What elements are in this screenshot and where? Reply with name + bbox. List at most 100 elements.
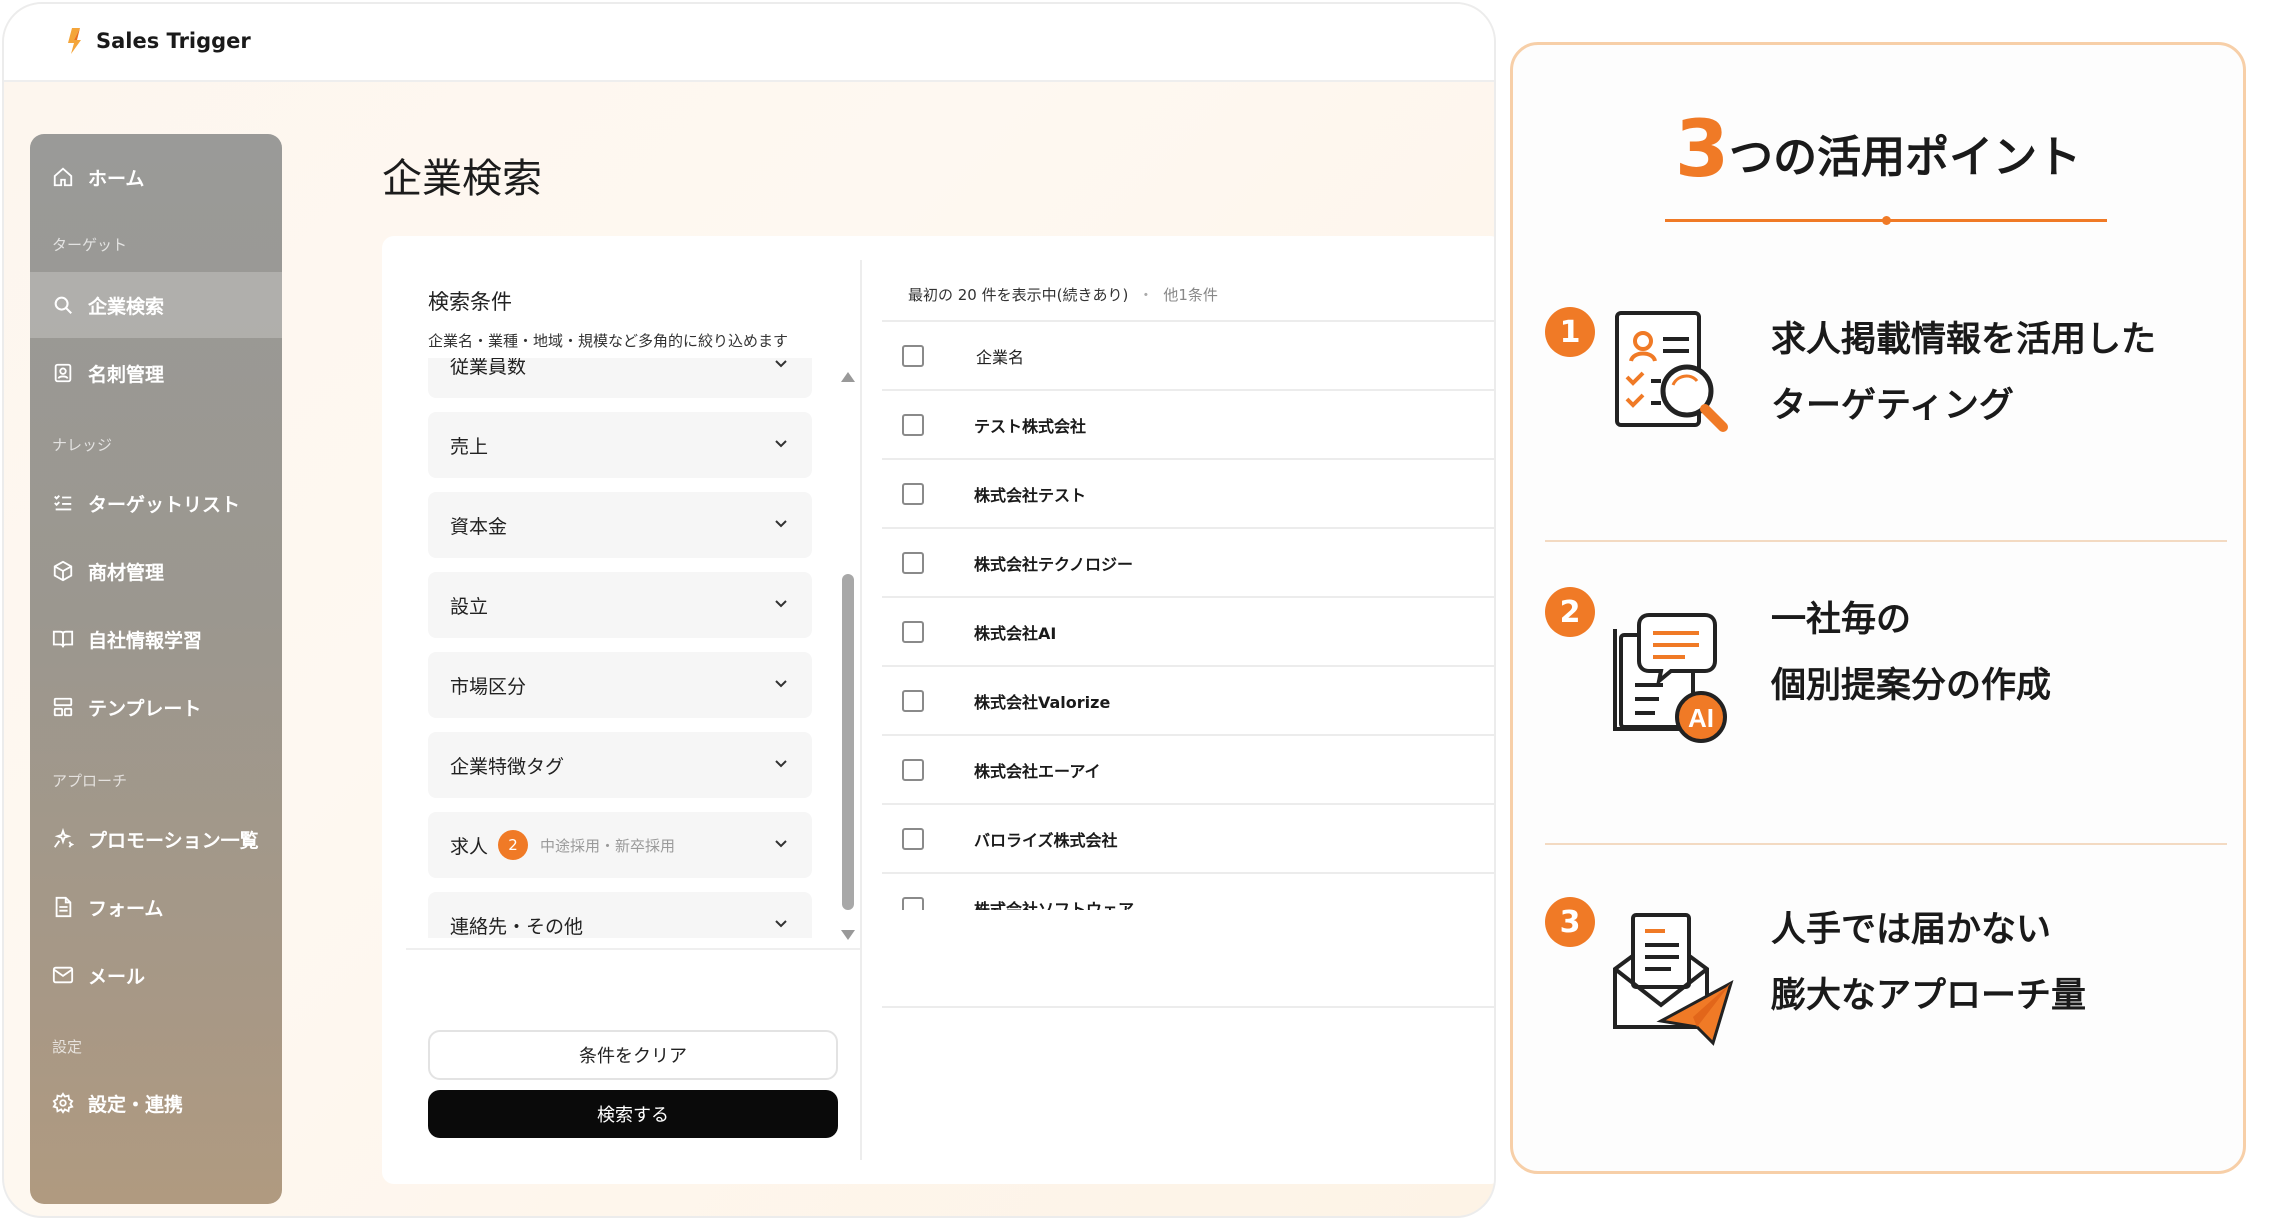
document-icon bbox=[55, 896, 72, 918]
search-icon bbox=[54, 296, 72, 314]
box-icon bbox=[53, 560, 73, 582]
column-header-company-name: 企業名 bbox=[976, 347, 1025, 367]
chevron-down-icon bbox=[775, 600, 787, 608]
feature-point-2: 2 AI 一社毎の 個別提案分の作成 bbox=[1513, 587, 2243, 887]
filter-label: 求人 bbox=[450, 835, 489, 858]
sidebar-item-label: 商材管理 bbox=[88, 561, 165, 584]
table-row[interactable]: 株式会社Valorize bbox=[882, 665, 1494, 734]
sidebar-item-mail[interactable]: メール bbox=[30, 942, 282, 1008]
row-checkbox[interactable] bbox=[902, 551, 924, 574]
filter-label: 資本金 bbox=[450, 515, 508, 538]
select-all-checkbox[interactable] bbox=[902, 344, 924, 367]
other-conditions-text: 他1条件 bbox=[1163, 286, 1218, 304]
company-name: 株式会社Valorize bbox=[974, 692, 1111, 712]
sidebar: ホーム ターゲット 企業検索 名刺管理 ナレッジ ターゲットリスト 商材管理 自… bbox=[30, 134, 282, 1204]
table-row[interactable]: 株式会社AI bbox=[882, 596, 1494, 665]
row-checkbox[interactable] bbox=[902, 758, 924, 781]
point-text: 人手では届かない 膨大なアプローチ量 bbox=[1771, 897, 2086, 1029]
table-row[interactable]: 株式会社テクノロジー bbox=[882, 527, 1494, 596]
sidebar-item-label: 自社情報学習 bbox=[88, 629, 203, 652]
filter-label: 従業員数 bbox=[450, 358, 527, 378]
row-checkbox[interactable] bbox=[902, 689, 924, 712]
sidebar-item-promotions[interactable]: プロモーション一覧 bbox=[30, 806, 282, 872]
sidebar-item-target-list[interactable]: ターゲットリスト bbox=[30, 470, 282, 536]
conditions-column: 検索条件 企業名・業種・地域・規模など多角的に絞り込めます 従業員数 売上 資本… bbox=[382, 236, 860, 1184]
promo-title-number: 3 bbox=[1674, 105, 1730, 195]
point-text-line2: 膨大なアプローチ量 bbox=[1771, 976, 2087, 1016]
result-separator: ・ bbox=[1138, 286, 1154, 304]
row-checkbox[interactable] bbox=[902, 896, 924, 910]
app-window: Sales Trigger ホーム ターゲット 企業検索 名刺管理 ナレッジ タ… bbox=[2, 2, 1496, 1218]
logo-text: Sales Trigger bbox=[96, 29, 251, 53]
sidebar-item-label: プロモーション一覧 bbox=[88, 829, 259, 852]
title-underline-dot bbox=[1882, 216, 1891, 225]
feature-point-1: 1 求人掲載情報を活用した ターゲティング bbox=[1513, 303, 2243, 603]
table-row[interactable]: バロライズ株式会社 bbox=[882, 803, 1494, 872]
filter-label: 企業特徴タグ bbox=[450, 755, 565, 778]
row-checkbox[interactable] bbox=[902, 620, 924, 643]
sidebar-item-label: フォーム bbox=[88, 897, 164, 920]
divider bbox=[1545, 843, 2227, 845]
checklist-icon bbox=[54, 495, 72, 511]
scrollbar-thumb[interactable] bbox=[842, 574, 854, 910]
point-text-line2: ターゲティング bbox=[1771, 386, 2014, 426]
filter-feature-tags[interactable]: 企業特徴タグ bbox=[428, 732, 812, 798]
search-button[interactable]: 検索する bbox=[428, 1090, 838, 1138]
sidebar-item-company-search[interactable]: 企業検索 bbox=[30, 272, 282, 338]
filter-label: 市場区分 bbox=[450, 675, 527, 698]
result-summary: 最初の 20 件を表示中(続きあり) ・他1条件 bbox=[908, 284, 1218, 305]
scroll-up-arrow[interactable] bbox=[841, 372, 855, 382]
sidebar-section-target: ターゲット bbox=[52, 236, 128, 254]
filter-capital[interactable]: 資本金 bbox=[428, 492, 812, 558]
table-row[interactable]: 株式会社テスト bbox=[882, 458, 1494, 527]
sidebar-item-template[interactable]: テンプレート bbox=[30, 674, 282, 740]
sidebar-item-product-management[interactable]: 商材管理 bbox=[30, 538, 282, 604]
chevron-down-icon bbox=[775, 520, 787, 528]
filter-employees[interactable]: 従業員数 bbox=[428, 358, 812, 398]
row-checkbox[interactable] bbox=[902, 413, 924, 436]
conditions-description: 企業名・業種・地域・規模など多角的に絞り込めます bbox=[428, 332, 789, 350]
company-name: 株式会社エーアイ bbox=[974, 761, 1101, 781]
company-name: テスト株式会社 bbox=[974, 416, 1087, 436]
filter-sub-label: 中途採用・新卒採用 bbox=[540, 836, 676, 855]
filter-label: 設立 bbox=[450, 595, 489, 618]
table-row[interactable]: 株式会社ソフトウェア bbox=[882, 872, 1494, 911]
company-name: バロライズ株式会社 bbox=[974, 830, 1118, 850]
point-text-line2: 個別提案分の作成 bbox=[1771, 666, 2052, 706]
table-row[interactable]: 株式会社エーアイ bbox=[882, 734, 1494, 803]
table-header-row: 企業名 bbox=[882, 320, 1494, 389]
sidebar-item-business-cards[interactable]: 名刺管理 bbox=[30, 340, 282, 406]
sidebar-item-form[interactable]: フォーム bbox=[30, 874, 282, 940]
company-name: 株式会社テクノロジー bbox=[974, 554, 1134, 574]
sidebar-item-label: 企業検索 bbox=[88, 295, 165, 318]
sidebar-item-home[interactable]: ホーム bbox=[30, 144, 282, 210]
company-name: 株式会社ソフトウェア bbox=[974, 899, 1135, 911]
home-icon bbox=[53, 167, 73, 187]
logo[interactable]: Sales Trigger bbox=[66, 26, 251, 56]
filter-established[interactable]: 設立 bbox=[428, 572, 812, 638]
company-name: 株式会社AI bbox=[974, 623, 1057, 643]
mail-send-icon bbox=[1613, 913, 1734, 1046]
sidebar-item-company-info[interactable]: 自社情報学習 bbox=[30, 606, 282, 672]
chevron-down-icon bbox=[775, 360, 787, 368]
point-number-badge: 2 bbox=[1545, 587, 1595, 637]
row-checkbox[interactable] bbox=[902, 482, 924, 505]
row-checkbox[interactable] bbox=[902, 827, 924, 850]
filter-sales[interactable]: 売上 bbox=[428, 412, 812, 478]
filter-job-postings[interactable]: 求人 2 中途採用・新卒採用 bbox=[428, 812, 812, 878]
sparkle-icon bbox=[54, 828, 74, 848]
filter-market[interactable]: 市場区分 bbox=[428, 652, 812, 718]
clear-conditions-button[interactable]: 条件をクリア bbox=[428, 1030, 838, 1080]
scroll-down-arrow[interactable] bbox=[841, 930, 855, 940]
filter-contact-other[interactable]: 連絡先・その他 bbox=[428, 892, 812, 938]
table-row[interactable]: テスト株式会社 bbox=[882, 389, 1494, 458]
feature-points-card: 3つの活用ポイント 1 求人掲載情報を活用した ターゲティング 2 AI 一社毎… bbox=[1510, 42, 2246, 1174]
conditions-title: 検索条件 bbox=[428, 290, 512, 314]
sidebar-item-settings[interactable]: 設定・連携 bbox=[30, 1070, 282, 1136]
template-icon bbox=[53, 697, 73, 717]
ai-document-icon: AI bbox=[1613, 613, 1727, 743]
gear-icon bbox=[52, 1092, 74, 1114]
resume-search-icon bbox=[1615, 311, 1728, 432]
point-number-badge: 1 bbox=[1545, 307, 1595, 357]
filter-label: 売上 bbox=[450, 435, 489, 458]
